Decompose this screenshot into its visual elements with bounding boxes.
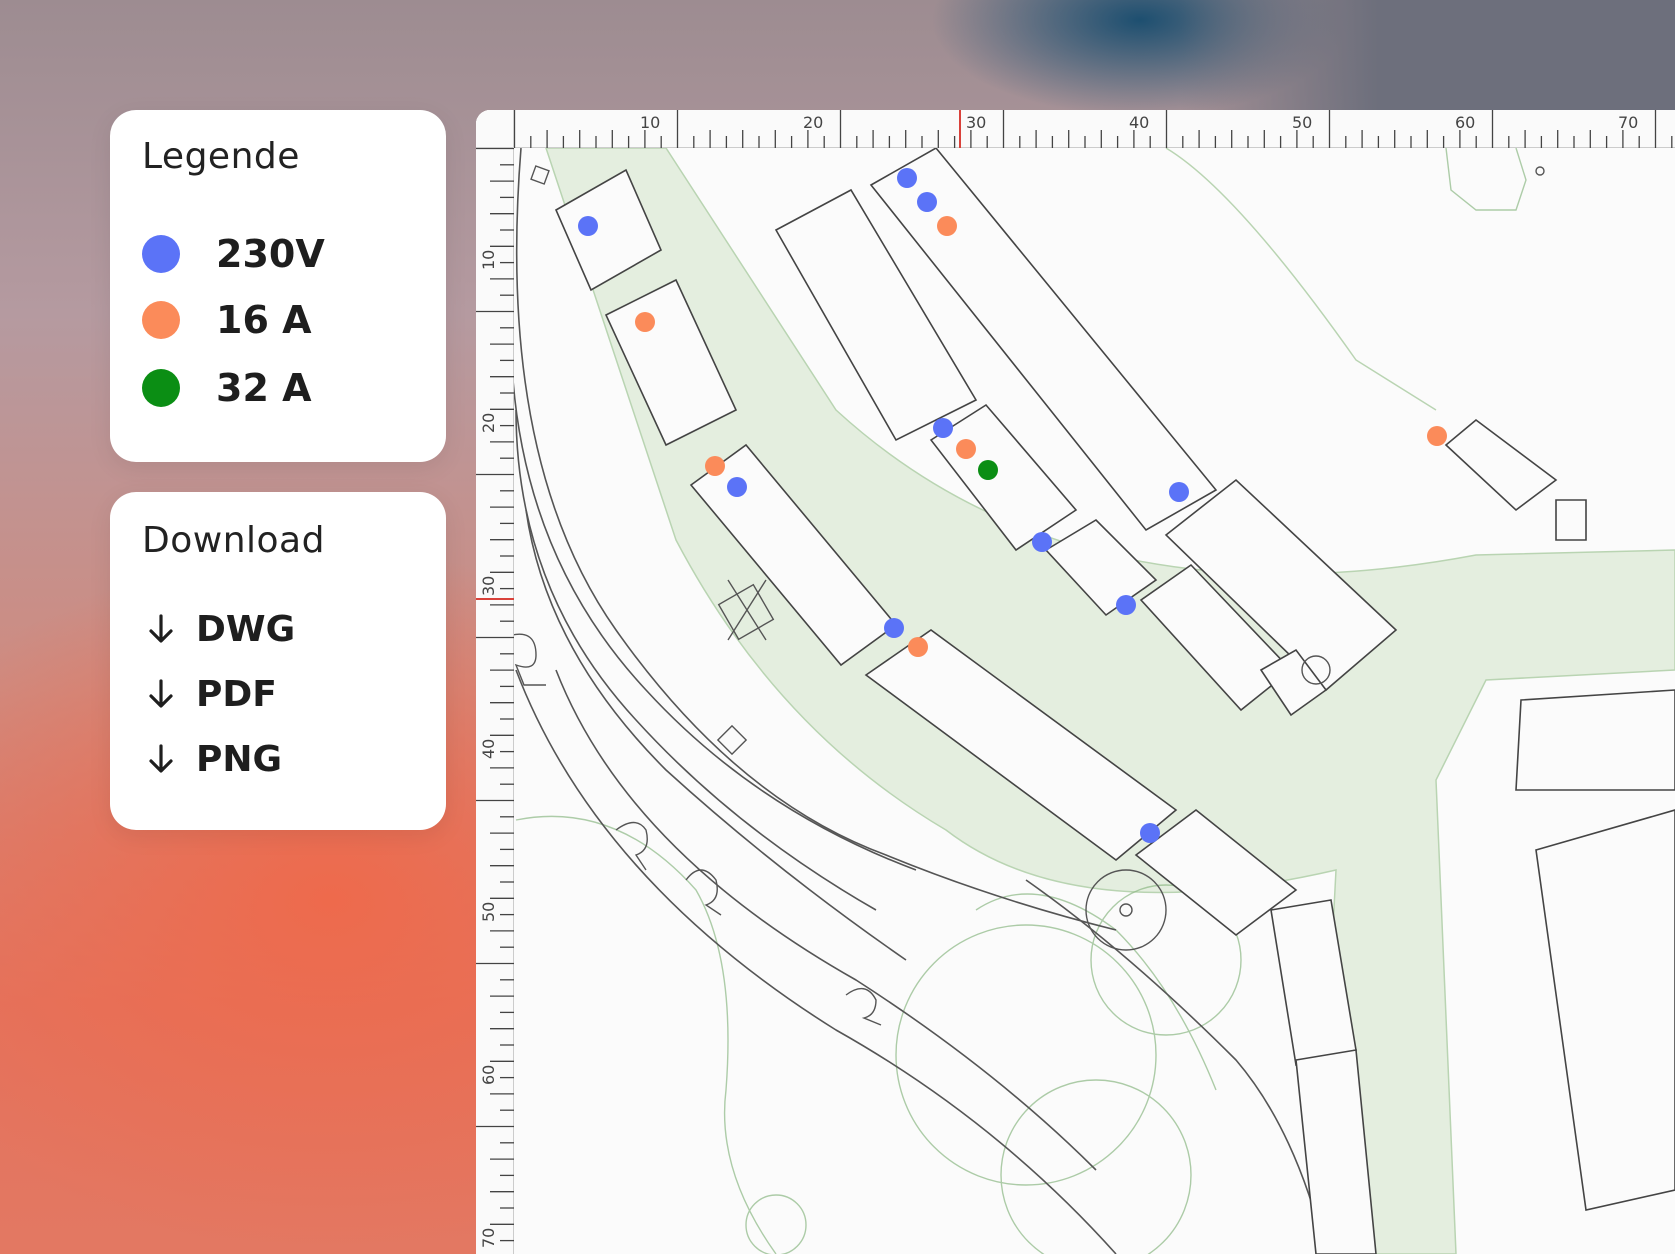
arrow-down-icon: [149, 744, 173, 773]
legend-dot-orange: [142, 301, 180, 339]
ruler-label: 60: [1455, 113, 1475, 132]
green-pathway: [544, 147, 1675, 1254]
outlet-230v[interactable]: [897, 168, 917, 188]
outlet-16a[interactable]: [937, 216, 957, 236]
arrow-down-icon: [149, 679, 173, 708]
legend-item-32a: 32 A: [142, 366, 312, 410]
ruler-label: 50: [1292, 113, 1312, 132]
ruler-label: 10: [640, 113, 660, 132]
ruler-corner: [476, 110, 514, 148]
legend-label: 16 A: [216, 298, 312, 342]
legend-label: 32 A: [216, 366, 312, 410]
ruler-label: 30: [479, 576, 498, 596]
building: [1515, 689, 1675, 791]
outlet-32a[interactable]: [978, 460, 998, 480]
download-label: PNG: [196, 738, 283, 780]
arrow-down-icon: [149, 614, 173, 643]
outlet-230v[interactable]: [1116, 595, 1136, 615]
download-pdf-button[interactable]: PDF: [146, 673, 277, 715]
building: [1444, 418, 1558, 512]
legend-panel: Legende 230V 16 A 32 A: [110, 110, 446, 462]
background-tint: [1180, 0, 1675, 110]
download-panel: Download DWG PDF PNG: [110, 492, 446, 830]
legend-label: 230V: [216, 232, 325, 276]
outlet-230v[interactable]: [884, 618, 904, 638]
legend-dot-blue: [142, 235, 180, 273]
building: [1535, 809, 1675, 1211]
horizontal-ruler: 10 20 30 40 50 60 70: [476, 110, 1675, 148]
legend-item-230v: 230V: [142, 232, 325, 276]
ruler-label: 40: [1129, 113, 1149, 132]
ruler-label: 60: [479, 1065, 498, 1085]
outlet-16a[interactable]: [1427, 426, 1447, 446]
ruler-label: 10: [479, 250, 498, 270]
ruler-label: 50: [479, 902, 498, 922]
ruler-label: 20: [803, 113, 823, 132]
outlet-230v[interactable]: [1140, 823, 1160, 843]
ruler-label: 30: [966, 113, 986, 132]
ruler-label: 40: [479, 739, 498, 759]
download-png-button[interactable]: PNG: [146, 738, 282, 780]
outlet-230v[interactable]: [727, 477, 747, 497]
outlet-16a[interactable]: [705, 456, 725, 476]
site-plan-drawing[interactable]: [476, 110, 1675, 1254]
outlet-16a[interactable]: [956, 439, 976, 459]
download-label: PDF: [196, 673, 277, 715]
vertical-ruler: 10 20 30 40 50 60 70: [476, 110, 514, 1254]
outlet-16a[interactable]: [635, 312, 655, 332]
outlet-230v[interactable]: [578, 216, 598, 236]
ruler-label: 70: [1618, 113, 1638, 132]
outlet-16a[interactable]: [908, 637, 928, 657]
download-title: Download: [142, 520, 325, 561]
ruler-label: 70: [479, 1228, 498, 1248]
legend-title: Legende: [142, 136, 300, 177]
download-dwg-button[interactable]: DWG: [146, 608, 295, 650]
building: [1555, 499, 1587, 541]
legend-dot-green: [142, 369, 180, 407]
outlet-230v[interactable]: [1032, 532, 1052, 552]
site-plan-map[interactable]: 10 20 30 40 50 60 70 10 20 30 40 50 60 7…: [476, 110, 1675, 1254]
legend-item-16a: 16 A: [142, 298, 312, 342]
download-label: DWG: [196, 608, 296, 650]
ruler-label: 20: [479, 413, 498, 433]
outlet-230v[interactable]: [917, 192, 937, 212]
outlet-230v[interactable]: [933, 418, 953, 438]
outlet-230v[interactable]: [1169, 482, 1189, 502]
